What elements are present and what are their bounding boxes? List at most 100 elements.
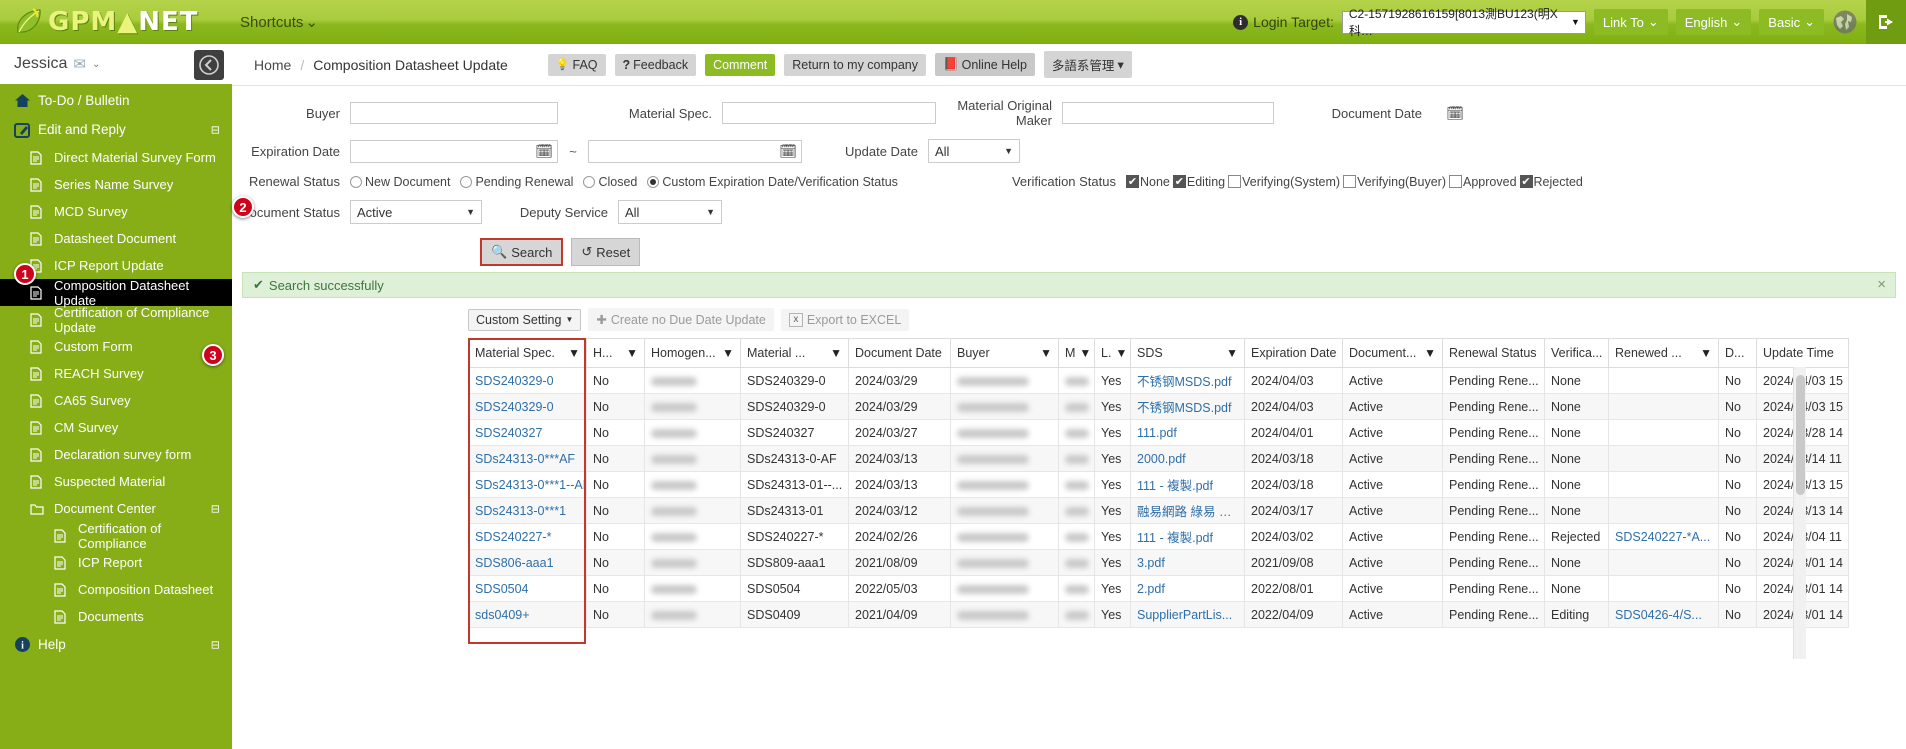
verification-checkbox-3[interactable]: Verifying(Buyer) [1343,175,1446,189]
column-header-11[interactable]: Renewal Status [1442,338,1545,368]
filter-icon[interactable]: ▼ [1040,346,1052,360]
sidebar-item-composition-datasheet-update[interactable]: Composition Datasheet Update [0,278,232,308]
buyer-input[interactable] [350,102,558,124]
sidebar-item-suspected-material[interactable]: Suspected Material [0,468,232,495]
spec-link[interactable]: SDs24313-0***1--AF1 [475,478,586,492]
column-header-14[interactable]: D... [1718,338,1757,368]
radio-icon[interactable] [647,175,660,188]
verification-checkbox-2[interactable]: Verifying(System) [1228,175,1340,189]
column-header-13[interactable]: Renewed ... ▼ [1608,338,1719,368]
spec-link[interactable]: SDS240327 [475,426,542,440]
column-header-4[interactable]: Document Date [848,338,951,368]
create-no-due-date-update-button[interactable]: ✚ Create no Due Date Update [588,308,774,331]
column-header-12[interactable]: Verifica... [1544,338,1609,368]
sidebar-item-document-center[interactable]: Document Center ⊟ [0,495,232,522]
filter-icon[interactable]: ▼ [1226,346,1238,360]
verification-checkbox-1[interactable]: ✔ Editing [1172,175,1225,189]
renewed-link[interactable]: SDS240227-*A... [1615,530,1710,544]
scrollbar-thumb[interactable] [1796,375,1805,495]
table-row[interactable]: SDs24313-0***1 No SDs24313-01 2024/03/12 Yes… [468,497,1849,524]
table-row[interactable]: SDS240329-0 No SDS240329-0 2024/03/29 Yes 不锈钢… [468,367,1849,394]
verification-checkbox-4[interactable]: Approved [1449,175,1517,189]
document-status-select[interactable]: Active ▼ [350,200,482,224]
sidebar-item-reach-survey[interactable]: REACH Survey [0,360,232,387]
sidebar-item-mcd-survey[interactable]: MCD Survey [0,198,232,225]
language-button[interactable]: English ⌄ [1675,9,1752,35]
checkbox-icon[interactable] [1343,175,1357,188]
sidebar-item-to-do-bulletin[interactable]: To-Do / Bulletin [0,86,232,115]
shortcuts-menu[interactable]: Shortcuts ⌄ [240,13,318,32]
checkbox-icon[interactable]: ✔ [1519,175,1533,188]
sidebar-item-icp-report[interactable]: ICP Report [0,549,232,576]
sds-link[interactable]: 融易網路 綠易 … [1137,505,1231,519]
sidebar-expander-icon[interactable]: ⊟ [211,502,220,515]
column-header-15[interactable]: Update Time [1756,338,1849,368]
sidebar-item-certification-of-compliance[interactable]: Certification of Compliance [0,521,232,551]
online-help-button[interactable]: 📕 Online Help [935,53,1035,76]
radio-icon[interactable] [460,175,473,188]
column-header-1[interactable]: H... ▼ [586,338,645,368]
document-date-picker[interactable]: 🗓 [1432,101,1468,125]
renewed-link[interactable]: SDS0426-4/S... [1615,608,1702,622]
renewal-radio-0[interactable]: New Document [350,175,450,189]
sidebar-item-datasheet-document[interactable]: Datasheet Document [0,225,232,252]
filter-icon[interactable]: ▼ [1115,346,1127,360]
app-logo[interactable]: GPM▲NET [0,0,232,44]
verification-checkbox-5[interactable]: ✔ Rejected [1519,175,1583,189]
expiration-date-from-input[interactable]: 🗓 [350,139,558,163]
filter-icon[interactable]: ▼ [1424,346,1436,360]
sds-link[interactable]: 111.pdf [1137,426,1177,440]
verification-checkbox-0[interactable]: ✔ None [1126,175,1170,189]
sidebar-expander-icon[interactable]: ⊟ [211,638,220,651]
spec-link[interactable]: SDS806-aaa1 [475,556,554,570]
spec-link[interactable]: SDs24313-0***AF [475,452,575,466]
calendar-icon[interactable]: 🗓 [779,144,797,158]
column-header-5[interactable]: Buyer ▼ [950,338,1059,368]
table-row[interactable]: sds0409+ No SDS0409 2021/04/09 Yes SupplierPa… [468,601,1849,628]
faq-button[interactable]: 💡 FAQ [547,53,606,76]
column-header-2[interactable]: Homogen... ▼ [644,338,741,368]
search-button[interactable]: 🔍 Search [480,238,564,266]
table-row[interactable]: SDS0504 No SDS0504 2022/05/03 Yes 2.pdf 2022/0… [468,575,1849,602]
deputy-service-select[interactable]: All ▼ [618,200,722,224]
update-date-select[interactable]: All ▼ [928,139,1020,163]
radio-icon[interactable] [350,175,362,188]
filter-icon[interactable]: ▼ [626,346,638,360]
checkbox-icon[interactable] [1449,175,1463,188]
table-row[interactable]: SDS240327 No SDS240327 2024/03/27 Yes 111.pdf… [468,419,1849,446]
table-row[interactable]: SDs24313-0***1--AF1 No SDs24313-01--... 202… [468,471,1849,498]
sds-link[interactable]: 3.pdf [1137,556,1165,570]
close-icon[interactable]: × [1877,276,1886,293]
spec-link[interactable]: SDS0504 [475,582,529,596]
globe-icon[interactable] [1832,9,1858,35]
sidebar-item-edit-and-reply[interactable]: Edit and Reply ⊟ [0,115,232,144]
sidebar-item-documents[interactable]: Documents [0,603,232,630]
table-row[interactable]: SDS240329-0 No SDS240329-0 2024/03/29 Yes 不锈钢… [468,393,1849,420]
column-header-0[interactable]: Material Spec. ▼ [468,338,587,368]
column-header-9[interactable]: Expiration Date [1244,338,1343,368]
renewal-radio-1[interactable]: Pending Renewal [460,175,573,189]
checkbox-icon[interactable] [1228,175,1242,188]
column-header-3[interactable]: Material ... ▼ [740,338,849,368]
calendar-icon[interactable]: 🗓 [535,144,553,158]
checkbox-icon[interactable]: ✔ [1172,175,1186,188]
sidebar-expander-icon[interactable]: ⊟ [211,123,220,136]
mode-button[interactable]: Basic ⌄ [1759,9,1824,35]
sidebar-item-cm-survey[interactable]: CM Survey [0,414,232,441]
material-spec-input[interactable] [722,102,936,124]
login-target-select[interactable]: C2-1571928616159[8013測BU123(明X科… ▼ [1341,7,1586,38]
envelope-icon[interactable]: ✉ [73,55,86,73]
column-header-8[interactable]: SDS ▼ [1130,338,1245,368]
multilang-admin-button[interactable]: 多語系管理 ▾ [1043,51,1132,78]
expiration-date-to-input[interactable]: 🗓 [588,139,802,163]
spec-link[interactable]: SDS240329-0 [475,374,554,388]
sds-link[interactable]: 2.pdf [1137,582,1165,596]
table-row[interactable]: SDs24313-0***AF No SDs24313-0-AF 2024/03/13… [468,445,1849,472]
sds-link[interactable]: 111 - 複製.pdf [1137,531,1213,545]
filter-icon[interactable]: ▼ [722,346,734,360]
sidebar-collapse-button[interactable] [194,50,224,80]
sidebar-item-direct-material-survey-form[interactable]: Direct Material Survey Form [0,144,232,171]
sidebar-item-certification-of-compliance-update[interactable]: Certification of Compliance Update [0,305,232,335]
filter-icon[interactable]: ▼ [830,346,842,360]
custom-setting-button[interactable]: Custom Setting ▼ [468,308,582,331]
